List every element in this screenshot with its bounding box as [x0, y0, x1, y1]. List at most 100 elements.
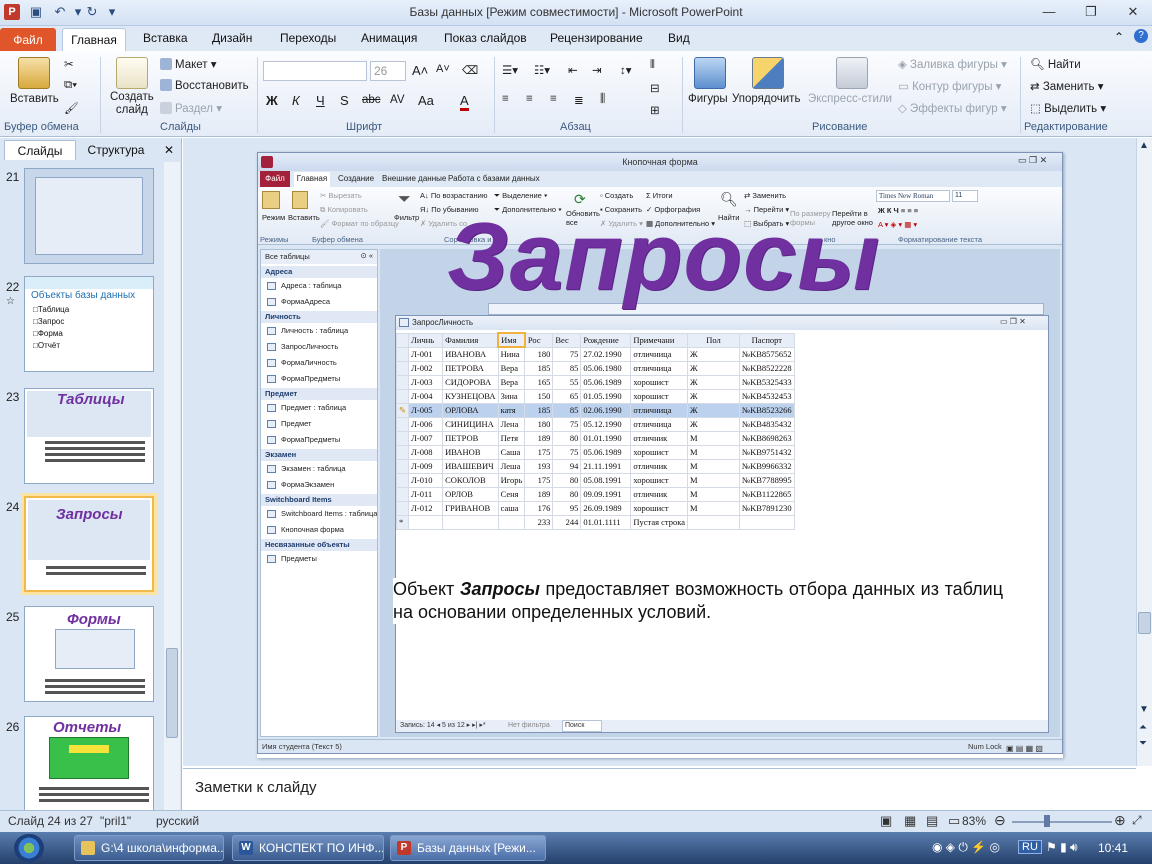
slide-title[interactable]: Запросы [447, 202, 880, 312]
paste-icon[interactable] [18, 57, 50, 89]
line-spacing-icon[interactable]: ↕▾ [620, 63, 632, 77]
cut-icon[interactable]: ✂ [64, 57, 74, 71]
justify-icon[interactable]: ≣ [574, 93, 584, 107]
align-left-icon[interactable]: ≡ [502, 93, 509, 105]
tray-icons-2[interactable]: ⚑ ▮ 🔊︎ [1046, 840, 1078, 855]
notes-placeholder[interactable]: Заметки к слайду [195, 779, 317, 796]
taskbar-task-explorer[interactable]: G:\4 школа\информа... [74, 835, 224, 861]
select-button[interactable]: ⬚ Выделить ▾ [1030, 101, 1106, 115]
tab-file[interactable]: Файл [0, 28, 56, 52]
format-painter-icon[interactable]: 🖌 [64, 101, 79, 115]
bullets-icon[interactable]: ☰▾ [502, 63, 518, 77]
clear-format-icon[interactable]: ⌫ [462, 63, 478, 77]
scroll-thumb[interactable] [166, 648, 178, 738]
slide-thumbnail-23[interactable]: Таблицы [24, 388, 154, 484]
font-color-button[interactable]: A [460, 93, 469, 111]
shapes-icon[interactable] [694, 57, 726, 89]
layout-button[interactable]: Макет ▾ [160, 57, 217, 71]
previous-slide-icon[interactable]: ⏶ [1139, 722, 1147, 733]
close-button[interactable]: ✕ [1120, 3, 1146, 21]
grow-font-icon[interactable]: A˄ [412, 63, 428, 78]
zoom-slider[interactable] [1012, 821, 1112, 823]
quick-styles-button[interactable]: Экспресс-стили [808, 93, 892, 105]
taskbar-task-word[interactable]: W КОНСПЕКТ ПО ИНФ... [232, 835, 384, 861]
columns-icon[interactable]: ⫼ [600, 93, 605, 106]
fit-to-window-icon[interactable]: ⤢ [1132, 813, 1142, 828]
reading-view-icon[interactable]: ▤ [926, 813, 938, 829]
reset-button[interactable]: Восстановить [160, 79, 249, 92]
panel-close-icon[interactable]: ✕ [160, 140, 178, 160]
font-name-field[interactable] [263, 61, 367, 81]
tab-transitions[interactable]: Переходы [280, 31, 336, 45]
replace-button[interactable]: ⇄ Заменить ▾ [1030, 79, 1104, 93]
language-indicator[interactable]: RU [1018, 840, 1042, 854]
tab-home[interactable]: Главная [62, 28, 126, 52]
ribbon-minimize-icon[interactable]: ⌃ [1114, 30, 1124, 44]
shape-outline-button[interactable]: ▭ Контур фигуры ▾ [898, 79, 1001, 93]
tab-review[interactable]: Рецензирование [550, 31, 643, 45]
start-button[interactable] [14, 834, 44, 862]
quick-styles-icon[interactable] [836, 57, 868, 89]
current-slide[interactable]: Кнопочная форма ▭ ❐ ✕ Файл Главная Созда… [257, 152, 1063, 758]
next-slide-icon[interactable]: ⏷ [1139, 738, 1147, 749]
taskbar-task-powerpoint[interactable]: P Базы данных [Режи... [390, 835, 546, 861]
help-icon[interactable]: ? [1134, 29, 1148, 43]
text-direction-icon[interactable]: ⫴ [650, 59, 655, 72]
strikethrough-button[interactable]: abc [362, 94, 381, 106]
section-button[interactable]: Раздел ▾ [160, 101, 222, 115]
scroll-up-icon[interactable]: ▲ [1139, 140, 1149, 151]
font-size-field[interactable]: 26 [370, 61, 406, 81]
shapes-button[interactable]: Фигуры [688, 93, 728, 105]
shrink-font-icon[interactable]: A˅ [436, 63, 450, 75]
zoom-out-icon[interactable]: ⊖ [994, 812, 1006, 829]
align-right-icon[interactable]: ≡ [550, 93, 557, 105]
slide-thumbnail-21[interactable] [24, 168, 154, 264]
paste-button[interactable]: Вставить [10, 93, 59, 105]
bold-button[interactable]: Ж [266, 93, 278, 108]
slideshow-view-icon[interactable]: ▭ [948, 813, 960, 829]
restore-button[interactable]: ❐ [1078, 3, 1104, 21]
shape-effects-button[interactable]: ◇ Эффекты фигур ▾ [898, 101, 1007, 115]
clock[interactable]: 10:41 [1098, 841, 1128, 855]
slide-thumbnail-22[interactable]: Объекты базы данных □Таблица □Запрос □Фо… [24, 276, 154, 372]
slides-panel-scrollbar[interactable] [164, 162, 180, 810]
numbering-icon[interactable]: ☷▾ [534, 63, 550, 77]
underline-button[interactable]: Ч [316, 93, 325, 108]
new-slide-button[interactable]: Создать слайд [110, 91, 154, 117]
italic-button[interactable]: К [292, 93, 300, 108]
shadow-button[interactable]: S [340, 93, 349, 108]
tab-slides[interactable]: Слайды [4, 140, 76, 160]
scroll-thumb[interactable] [1138, 612, 1151, 634]
new-slide-icon[interactable] [116, 57, 148, 89]
slide-thumbnail-26[interactable]: Отчеты [24, 716, 154, 812]
language[interactable]: русский [156, 814, 199, 828]
find-button[interactable]: 🔍︎ Найти [1030, 57, 1081, 71]
decrease-indent-icon[interactable]: ⇤ [568, 63, 578, 77]
tab-animation[interactable]: Анимация [361, 31, 417, 45]
align-center-icon[interactable]: ≡ [526, 93, 533, 105]
copy-icon[interactable]: ⧉▾ [64, 79, 77, 92]
tab-outline[interactable]: Структура [78, 140, 154, 160]
minimize-button[interactable]: — [1036, 3, 1062, 21]
zoom-level[interactable]: 83% [962, 814, 986, 828]
smartart-icon[interactable]: ⊞ [650, 103, 660, 117]
change-case-button[interactable]: Aa [418, 93, 434, 108]
tab-insert[interactable]: Вставка [143, 31, 188, 45]
notes-pane[interactable]: Заметки к слайду [183, 768, 1136, 810]
sorter-view-icon[interactable]: ▦ [904, 813, 916, 829]
slide-scrollbar[interactable]: ▲ ▼ ⏶ ⏷ [1136, 138, 1152, 766]
tab-slideshow[interactable]: Показ слайдов [444, 31, 527, 45]
tray-icons[interactable]: ◉ ◈ ⏻ ⚡ ◎ [932, 840, 1000, 855]
slide-body-text[interactable]: Объект Запросы предоставляет возможность… [393, 578, 1003, 624]
normal-view-icon[interactable]: ▣ [880, 813, 892, 829]
scroll-down-icon[interactable]: ▼ [1139, 704, 1149, 715]
arrange-icon[interactable] [752, 57, 784, 89]
spacing-button[interactable]: AV [390, 94, 405, 106]
zoom-in-icon[interactable]: ⊕ [1114, 812, 1126, 829]
align-text-icon[interactable]: ⊟ [650, 81, 660, 95]
theme-name[interactable]: "pril1" [100, 814, 131, 828]
slide-thumbnail-24[interactable]: Запросы [24, 496, 154, 592]
increase-indent-icon[interactable]: ⇥ [592, 63, 602, 77]
arrange-button[interactable]: Упорядочить [732, 93, 800, 105]
tab-design[interactable]: Дизайн [212, 31, 252, 45]
